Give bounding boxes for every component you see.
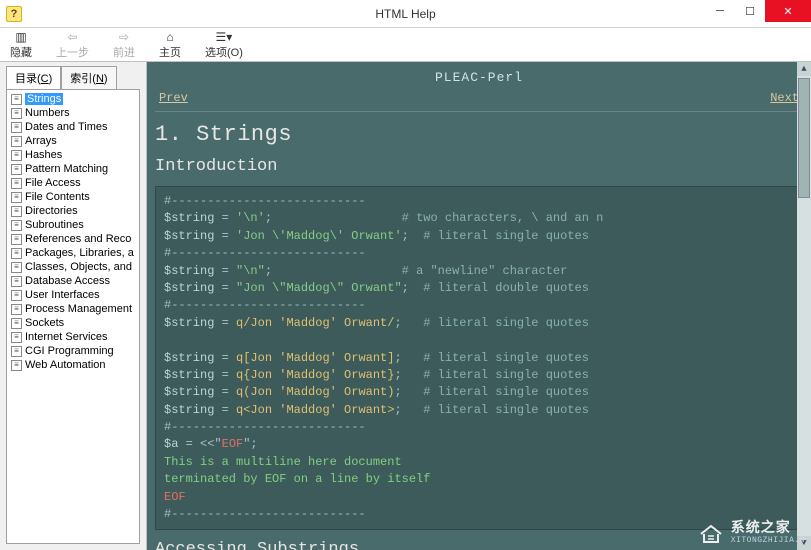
tree-item[interactable]: References and Reco [9, 232, 137, 246]
page-icon [11, 164, 22, 175]
tree-item[interactable]: File Access [9, 176, 137, 190]
nav-links: Prev Next [155, 91, 803, 109]
hide-icon: ▥ [13, 30, 29, 44]
subsection-title: Introduction [155, 157, 803, 176]
title-bar: ? HTML Help ─ ☐ ✕ [0, 0, 811, 28]
tree-item[interactable]: Dates and Times [9, 120, 137, 134]
tree-item[interactable]: Packages, Libraries, a [9, 246, 137, 260]
watermark-url: XITONGZHIJIA.N [731, 537, 805, 546]
prev-link[interactable]: Prev [159, 91, 188, 105]
window-title: HTML Help [375, 7, 435, 21]
tree-item[interactable]: Internet Services [9, 330, 137, 344]
minimize-button[interactable]: ─ [705, 0, 735, 22]
page-icon [11, 178, 22, 189]
sidebar: 目录(C) 索引(N) Strings Numbers Dates and Ti… [0, 62, 147, 550]
tree-item[interactable]: CGI Programming [9, 344, 137, 358]
doc-header: PLEAC-Perl [155, 68, 803, 91]
tree-item[interactable]: Numbers [9, 106, 137, 120]
home-label: 主页 [159, 44, 181, 60]
page-icon [11, 206, 22, 217]
home-icon: ⌂ [162, 30, 178, 44]
options-icon: ☰▾ [216, 30, 232, 44]
forward-button[interactable]: ⇨ 前进 [107, 30, 141, 60]
page-icon [11, 276, 22, 287]
scroll-up-button[interactable]: ▲ [797, 62, 811, 76]
back-button[interactable]: ⇦ 上一步 [50, 30, 95, 60]
tree-item[interactable]: Hashes [9, 148, 137, 162]
scroll-thumb[interactable] [798, 78, 810, 198]
page-icon [11, 304, 22, 315]
watermark: 系统之家 XITONGZHIJIA.N [697, 522, 805, 546]
tree-item[interactable]: Directories [9, 204, 137, 218]
page-icon [11, 150, 22, 161]
page-icon [11, 360, 22, 371]
home-button[interactable]: ⌂ 主页 [153, 30, 187, 60]
tree-item[interactable]: Subroutines [9, 218, 137, 232]
tree-item[interactable]: Web Automation [9, 358, 137, 372]
tree-item[interactable]: Process Management [9, 302, 137, 316]
next-link[interactable]: Next [770, 91, 799, 105]
page-icon [11, 192, 22, 203]
toolbar: ▥ 隐藏 ⇦ 上一步 ⇨ 前进 ⌂ 主页 ☰▾ 选项(O) [0, 28, 811, 62]
tab-index[interactable]: 索引(N) [61, 66, 116, 89]
page-icon [11, 234, 22, 245]
page-icon [11, 108, 22, 119]
close-button[interactable]: ✕ [765, 0, 811, 22]
page-icon [11, 220, 22, 231]
back-label: 上一步 [56, 44, 89, 60]
page-icon [11, 122, 22, 133]
page-icon [11, 94, 22, 105]
content-pane: PLEAC-Perl Prev Next 1. Strings Introduc… [147, 62, 811, 550]
hide-button[interactable]: ▥ 隐藏 [4, 30, 38, 60]
tree-item[interactable]: User Interfaces [9, 288, 137, 302]
maximize-button[interactable]: ☐ [735, 0, 765, 22]
options-label: 选项(O) [205, 44, 243, 60]
app-icon: ? [6, 6, 22, 22]
page-icon [11, 332, 22, 343]
body-split: 目录(C) 索引(N) Strings Numbers Dates and Ti… [0, 62, 811, 550]
forward-icon: ⇨ [116, 30, 132, 44]
page-icon [11, 136, 22, 147]
toc-tree[interactable]: Strings Numbers Dates and Times Arrays H… [6, 89, 140, 544]
page-icon [11, 346, 22, 357]
hide-label: 隐藏 [10, 44, 32, 60]
watermark-text: 系统之家 [731, 522, 805, 537]
page-icon [11, 262, 22, 273]
tree-item[interactable]: Arrays [9, 134, 137, 148]
vertical-scrollbar[interactable]: ▲ ▼ [797, 62, 811, 550]
watermark-logo-icon [697, 522, 725, 546]
back-icon: ⇦ [65, 30, 81, 44]
code-block: #--------------------------- $string = '… [155, 186, 803, 530]
tree-item[interactable]: Pattern Matching [9, 162, 137, 176]
window-controls: ─ ☐ ✕ [705, 0, 811, 22]
page-icon [11, 318, 22, 329]
section-title: 1. Strings [155, 122, 803, 147]
divider [155, 111, 803, 112]
tree-item[interactable]: Database Access [9, 274, 137, 288]
tree-item[interactable]: File Contents [9, 190, 137, 204]
forward-label: 前进 [113, 44, 135, 60]
tree-item-strings[interactable]: Strings [9, 92, 137, 106]
page-icon [11, 290, 22, 301]
nav-tabs: 目录(C) 索引(N) [6, 66, 140, 89]
options-button[interactable]: ☰▾ 选项(O) [199, 30, 249, 60]
tree-item[interactable]: Sockets [9, 316, 137, 330]
tab-contents[interactable]: 目录(C) [6, 66, 61, 89]
page-icon [11, 248, 22, 259]
tree-item[interactable]: Classes, Objects, and [9, 260, 137, 274]
